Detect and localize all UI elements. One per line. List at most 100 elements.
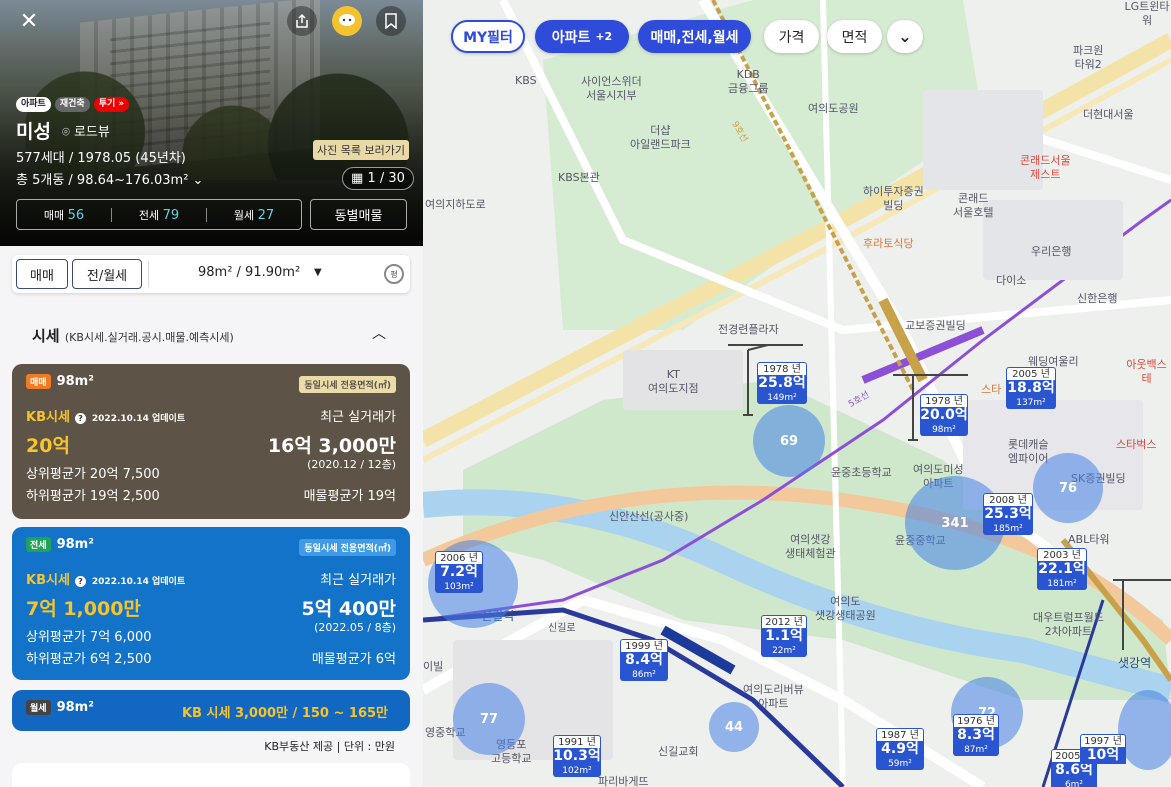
upper-average: 상위평균가 20억 7,500 [26, 467, 160, 482]
poi-label[interactable]: 스타벅스 [1116, 438, 1156, 452]
price-marker[interactable]: 1978 년 20.0억 98m² [920, 394, 968, 440]
my-filter-chip[interactable]: MY필터 [451, 20, 525, 53]
cluster-marker[interactable]: 76 [1033, 453, 1103, 523]
trade-jeonse[interactable]: 전세 79 [112, 207, 206, 223]
price-marker[interactable]: 2003 년 22.1억 181m² [1037, 548, 1087, 594]
marker-area: 98m² [920, 424, 968, 436]
detail-panel: ✕ 아파트 재건축 투기 » 미성 ⌾ 로드뷰 577세대 / 1978.05 … [0, 0, 423, 787]
marker-area: 6m² [1051, 779, 1097, 787]
cluster-marker[interactable]: 44 [709, 702, 759, 752]
share-icon[interactable] [287, 6, 317, 36]
poi-label[interactable]: LG트윈타워 [1123, 0, 1171, 28]
poi-label[interactable]: 전경련플라자 [718, 323, 779, 337]
price-marker[interactable]: 1999 년 8.4억 86m² [620, 639, 668, 685]
poi-label[interactable]: 콘래드 서울호텔 [953, 192, 993, 220]
poi-label[interactable]: 이빌 [423, 660, 443, 674]
photo-count-button[interactable]: ▦ 1 / 30 [342, 167, 414, 190]
chevron-up-icon[interactable]: ︿ [372, 323, 386, 343]
marker-area: 185m² [983, 523, 1033, 535]
price-marker[interactable]: 1997 년 10억 [1080, 734, 1126, 772]
close-icon[interactable]: ✕ [14, 6, 44, 36]
price-marker[interactable]: 2008 년 25.3억 185m² [983, 493, 1033, 539]
same-area-label[interactable]: 동일시세 전용면적(㎡) [299, 376, 396, 393]
monthly-price-card[interactable]: 월세 98m² KB 시세 3,000만 / 150 ~ 165만 [12, 690, 410, 731]
bookmark-icon[interactable] [376, 6, 406, 36]
station-label[interactable]: 샛강역 [1118, 656, 1151, 670]
poi-label[interactable]: 더현대서울 [1083, 108, 1134, 122]
poi-label[interactable]: 콘래드서울 제스트 [1020, 154, 1071, 182]
caret-down-icon[interactable]: ▼ [314, 267, 322, 278]
price-marker[interactable]: 2006 년 7.2억 103m² [435, 551, 483, 597]
price-marker[interactable]: 1978 년 25.8억 149m² [757, 362, 807, 408]
tag-speculation[interactable]: 투기 » [93, 97, 130, 112]
poi-label[interactable]: 여의도 샛강생태공원 [815, 595, 876, 623]
recent-price: 16억 3,000만 [267, 435, 396, 457]
poi-label[interactable]: 하이투자증권 빌딩 [863, 185, 924, 213]
roadview-label: 로드뷰 [73, 125, 110, 140]
price-marker[interactable]: 1976 년 8.3억 87m² [953, 714, 999, 760]
poi-label[interactable]: 여의지하도로 [425, 198, 486, 212]
pyeong-toggle-icon[interactable]: 평 [384, 264, 404, 284]
poi-label[interactable]: 아웃백스테 [1122, 358, 1171, 386]
price-marker[interactable]: 2005 년 18.8억 137m² [1006, 367, 1056, 413]
data-source: KB부동산 제공 | 단위 : 만원 [264, 740, 395, 753]
help-icon[interactable]: ? [74, 413, 86, 424]
poi-label[interactable]: KDB 금융그룹 [728, 68, 768, 96]
poi-label[interactable]: KT 여의도지점 [648, 368, 699, 396]
apartment-name: 미성 [16, 121, 51, 143]
trade-sale[interactable]: 매매 56 [17, 207, 111, 223]
rent-tab[interactable]: 전/월세 [72, 259, 142, 289]
help-icon[interactable]: ? [74, 576, 86, 587]
poi-label[interactable]: ABL타워 [1068, 533, 1109, 547]
marker-area: 137m² [1006, 397, 1056, 409]
price-chip[interactable]: 가격 [764, 20, 819, 53]
apartment-chip[interactable]: 아파트 +2 [535, 20, 629, 53]
divider [148, 261, 149, 287]
poi-label[interactable]: 교보증권빌딩 [905, 319, 966, 333]
poi-label[interactable]: 여의샛강 생태체험관 [785, 533, 836, 561]
price-marker[interactable]: 2012 년 1.1억 22m² [761, 615, 807, 661]
trade-type-chip[interactable]: 매매,전세,월세 [638, 20, 751, 53]
poi-label[interactable]: 사이언스위더 서울시지부 [581, 75, 642, 103]
poi-label[interactable]: 더샵 아일랜드파크 [630, 124, 691, 152]
area-chip[interactable]: 면적 [827, 20, 882, 53]
dong-listing-button[interactable]: 동별매물 [310, 199, 407, 230]
poi-label[interactable]: 여의도리버뷰 아파트 [743, 683, 804, 711]
poi-label[interactable]: 여의도공원 [808, 102, 859, 116]
building-info[interactable]: 총 5개동 / 98.64~176.03m² ⌄ [16, 169, 203, 188]
jeonse-price-card[interactable]: 전세 98m² 동일시세 전용면적(㎡) KB시세? 2022.10.14 업데이트… [12, 527, 410, 680]
poi-label[interactable]: 롯데캐슬 엠파이어 [1008, 438, 1048, 466]
chevron-down-icon[interactable]: ⌄ [887, 20, 923, 53]
price-marker[interactable]: 1987 년 4.9억 59m² [876, 728, 924, 774]
price-marker[interactable]: 1991 년 10.3억 102m² [553, 735, 601, 781]
poi-label[interactable]: 우리은행 [1031, 245, 1071, 259]
map[interactable]: MY필터 아파트 +2 매매,전세,월세 가격 면적 ⌄ KBS 사이언스위더 … [423, 0, 1171, 787]
sale-price-card[interactable]: 매매 98m² 동일시세 전용면적(㎡) KB시세? 2022.10.14 업데이트… [12, 364, 410, 519]
poi-label[interactable]: 신한은행 [1077, 292, 1117, 306]
poi-label[interactable]: 다이소 [996, 274, 1026, 288]
marker-area: 181m² [1037, 578, 1087, 590]
roadview-link[interactable]: ⌾ 로드뷰 [62, 121, 110, 140]
poi-label[interactable]: 대우트럼프월드 2차아파트 [1033, 611, 1104, 639]
kb-price-label: KB시세? 2022.10.14 업데이트 [26, 406, 185, 425]
poi-label[interactable]: 신길교회 [658, 745, 698, 759]
trade-counts: 매매 56 전세 79 월세 27 [16, 199, 302, 230]
cluster-marker[interactable]: 77 [453, 683, 525, 755]
same-area-label[interactable]: 동일시세 전용면적(㎡) [299, 539, 396, 556]
poi-label[interactable]: KBS [515, 74, 537, 88]
poi-label[interactable]: KBS본관 [558, 171, 600, 185]
recent-deal-label: 최근 실거래가 [320, 573, 396, 588]
talk-icon[interactable] [332, 6, 362, 36]
poi-label[interactable]: 신안산선(공사중) [609, 510, 688, 524]
trade-monthly[interactable]: 월세 27 [207, 207, 301, 223]
area-select[interactable]: 98m² / 91.90m² [198, 265, 300, 280]
trade-monthly-count: 27 [257, 207, 275, 223]
cluster-marker[interactable]: 69 [753, 405, 825, 477]
poi-label[interactable]: 파리바게뜨 [598, 775, 649, 787]
sale-tab[interactable]: 매매 [16, 259, 68, 289]
poi-label[interactable]: 윤중초등학교 [831, 466, 892, 480]
poi-label[interactable]: 파크원 타워2 [1073, 44, 1103, 72]
kb-date: 2022.10.14 업데이트 [91, 577, 186, 587]
poi-label[interactable]: 후라토식당 [863, 237, 914, 251]
poi-label[interactable]: 스타 [981, 383, 1001, 397]
